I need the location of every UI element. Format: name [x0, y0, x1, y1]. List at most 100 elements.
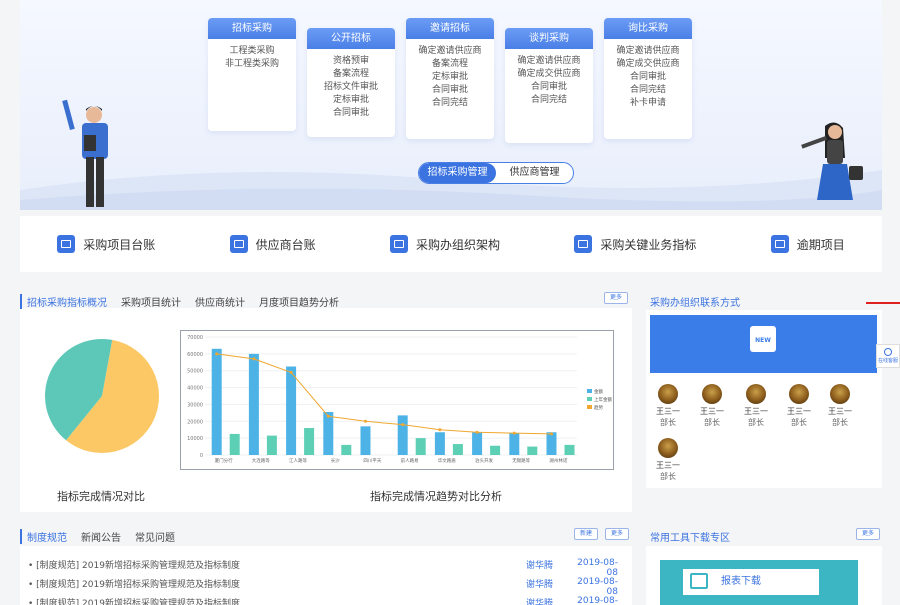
news-author: 谢华腾 — [526, 599, 554, 605]
card-item[interactable]: 确定成交供应商 — [507, 68, 591, 81]
card-item[interactable]: 合同完结 — [606, 84, 690, 97]
card-item[interactable]: 确定邀请供应商 — [606, 45, 690, 58]
news-title[interactable]: • [制度规范] 2019新增招标采购管理规范及指标制度 — [28, 577, 526, 597]
card-title: 谈判采购 — [505, 28, 593, 49]
nav-supplier-ledger[interactable]: 供应商台账 — [229, 235, 316, 253]
trend-point — [252, 357, 256, 361]
toggle-supplier-management[interactable]: 供应商管理 — [496, 163, 573, 183]
card-title: 邀请招标 — [406, 18, 494, 39]
tools-more-button[interactable]: 更多 — [856, 528, 880, 540]
news-title[interactable]: • [制度规范] 2019新增招标采购管理规范及指标制度 — [28, 558, 526, 578]
tab-monthly-trend[interactable]: 月度项目趋势分析 — [259, 294, 339, 309]
y-tick-label: 60000 — [187, 352, 203, 358]
contact-card[interactable]: 王三一 部长 — [694, 384, 730, 429]
contact-name: 王三一 — [744, 407, 768, 416]
tab-announcements[interactable]: 新闻公告 — [81, 529, 121, 544]
contact-name: 王三一 — [656, 407, 680, 416]
trend-point — [549, 432, 553, 436]
side-service-tab[interactable]: 在线客服 — [876, 344, 900, 368]
card-item[interactable]: 合同完结 — [507, 94, 591, 107]
card-item[interactable]: 资格预审 — [309, 55, 393, 68]
nav-org-structure[interactable]: 采购办组织架构 — [389, 235, 500, 253]
card-invited-tender[interactable]: 邀请招标 确定邀请供应商 备案流程 定标审批 合同审批 合同完结 — [406, 18, 494, 139]
news-date: 2019-08-08 — [577, 558, 618, 578]
nav-procurement-ledger[interactable]: 采购项目台账 — [57, 235, 155, 253]
bar-chart-frame: 0 10000 20000 30000 40000 50000 60000 70000 厦门分行… — [180, 330, 614, 470]
card-item[interactable]: 补卡申请 — [606, 97, 690, 110]
contact-card[interactable]: 王三一 部长 — [781, 384, 817, 429]
card-comparison-procurement[interactable]: 询比采购 确定邀请供应商 确定成交供应商 合同审批 合同完结 补卡申请 — [604, 18, 692, 139]
trend-point — [215, 352, 219, 356]
news-new-button[interactable]: 新建 — [574, 528, 598, 540]
legend-swatch — [587, 397, 592, 401]
tab-faq[interactable]: 常见问题 — [135, 529, 175, 544]
trend-line — [216, 353, 552, 435]
card-public-tender[interactable]: 公开招标 资格预审 备案流程 招标文件审批 定标审批 合同审批 — [307, 28, 395, 137]
card-item[interactable]: 合同审批 — [606, 71, 690, 84]
businesswoman-illustration — [801, 122, 863, 200]
tab-project-stats[interactable]: 采购项目统计 — [121, 294, 181, 309]
bar — [323, 412, 334, 455]
card-item[interactable]: 定标审批 — [408, 71, 492, 84]
card-item[interactable]: 定标审批 — [309, 94, 393, 107]
bar — [211, 348, 222, 455]
contact-role: 部长 — [832, 418, 848, 427]
news-row[interactable]: • [制度规范] 2019新增招标采购管理规范及指标制度 谢华腾 2019-08… — [28, 577, 618, 597]
card-item[interactable]: 工程类采购 — [210, 45, 294, 58]
contact-card[interactable]: 王三一 部长 — [650, 384, 686, 429]
contact-card[interactable]: 王三一 部长 — [822, 384, 858, 429]
contact-role: 部长 — [791, 418, 807, 427]
overview-tabs: 招标采购指标概况 采购项目统计 供应商统计 月度项目趋势分析 — [20, 294, 339, 309]
card-item[interactable]: 确定邀请供应商 — [408, 45, 492, 58]
card-bidding-procurement[interactable]: 招标采购 工程类采购 非工程类采购 — [208, 18, 296, 131]
card-item[interactable]: 合同审批 — [408, 84, 492, 97]
bar-chart: 0 10000 20000 30000 40000 50000 60000 70000 厦门分行… — [187, 335, 612, 464]
businessman-illustration — [62, 99, 108, 207]
y-tick-label: 0 — [200, 453, 203, 459]
card-item[interactable]: 招标文件审批 — [309, 81, 393, 94]
news-more-button[interactable]: 更多 — [605, 528, 629, 540]
card-item[interactable]: 合同审批 — [507, 81, 591, 94]
news-title[interactable]: • [制度规范] 2019新增招标采购管理规范及指标制度 — [28, 596, 526, 605]
card-item[interactable]: 确定成交供应商 — [606, 58, 690, 71]
card-title: 招标采购 — [208, 18, 296, 39]
contact-card[interactable]: 王三一 部长 — [738, 384, 774, 429]
contact-name: 王三一 — [828, 407, 852, 416]
card-item[interactable]: 备案流程 — [408, 58, 492, 71]
card-item[interactable]: 确定邀请供应商 — [507, 55, 591, 68]
card-item[interactable]: 合同审批 — [309, 107, 393, 120]
x-tick-label: 厦门分行 — [215, 457, 233, 464]
card-item[interactable]: 合同完结 — [408, 97, 492, 110]
news-row[interactable]: • [制度规范] 2019新增招标采购管理规范及指标制度 谢华腾 2019-08… — [28, 558, 618, 578]
contact-name: 王三一 — [656, 461, 680, 470]
y-tick-label: 40000 — [187, 386, 203, 392]
nav-label: 采购项目台账 — [83, 237, 156, 252]
tab-overview[interactable]: 招标采购指标概况 — [20, 294, 107, 309]
tools-title: 常用工具下载专区 — [650, 533, 730, 544]
card-item[interactable]: 非工程类采购 — [210, 58, 294, 71]
nav-kpi[interactable]: 采购关键业务指标 — [574, 235, 696, 253]
tab-supplier-stats[interactable]: 供应商统计 — [195, 294, 245, 309]
tab-regulations[interactable]: 制度规范 — [20, 529, 67, 544]
toggle-bidding-management[interactable]: 招标采购管理 — [419, 163, 496, 183]
news-row[interactable]: • [制度规范] 2019新增招标采购管理规范及指标制度 谢华腾 2019-08… — [28, 596, 618, 605]
calendar-icon — [770, 235, 789, 253]
legend-swatch — [587, 389, 592, 393]
bar — [509, 433, 520, 455]
bar — [360, 426, 371, 455]
contact-card[interactable]: 王三一 部长 — [650, 438, 686, 483]
nav-overdue-projects[interactable]: 逾期项目 — [770, 235, 845, 253]
card-negotiation[interactable]: 谈判采购 确定邀请供应商 确定成交供应商 合同审批 合同完结 — [505, 28, 593, 143]
card-item[interactable]: 备案流程 — [309, 68, 393, 81]
clipboard-icon — [574, 235, 593, 253]
x-tick-label: 湖州林诺 — [549, 457, 567, 464]
contact-name: 王三一 — [787, 407, 811, 416]
presentation-icon — [690, 573, 708, 589]
bar — [472, 432, 483, 455]
pie-chart — [44, 339, 159, 453]
contact-role: 部长 — [660, 418, 676, 427]
news-date: 2019-08-08 — [577, 596, 618, 605]
overview-more-button[interactable]: 更多 — [604, 292, 628, 304]
x-tick-label: 无锡路等 — [512, 457, 530, 464]
org-chart-icon — [389, 235, 408, 253]
